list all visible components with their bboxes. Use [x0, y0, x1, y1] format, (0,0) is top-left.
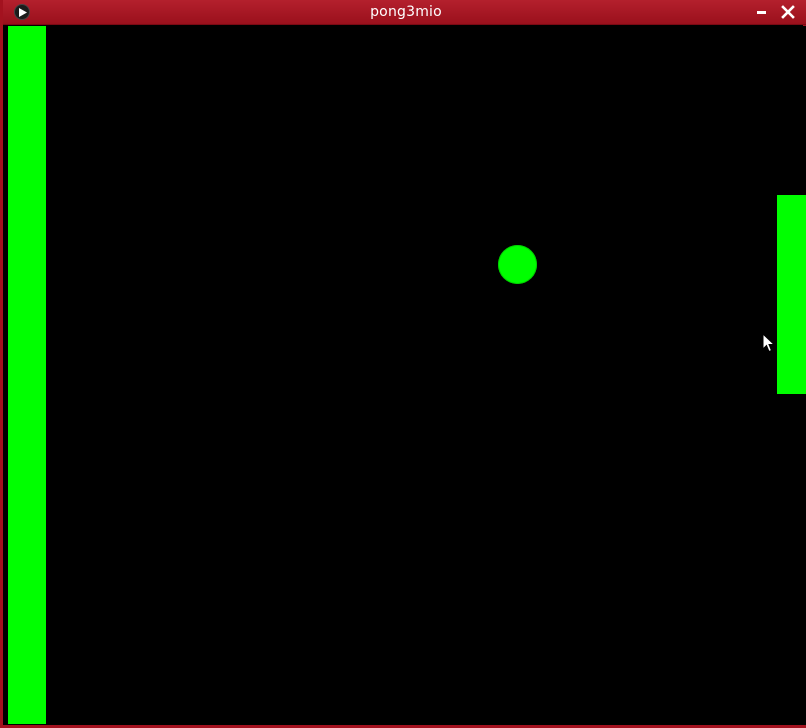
game-canvas[interactable] — [6, 26, 806, 725]
minimize-button[interactable] — [754, 4, 770, 20]
window-title: pong3mio — [370, 4, 442, 20]
title-bar[interactable]: pong3mio — [3, 0, 806, 25]
mouse-pointer-icon — [762, 332, 776, 357]
close-icon — [781, 5, 795, 19]
left-paddle — [8, 26, 46, 724]
close-button[interactable] — [780, 4, 796, 20]
ball — [498, 245, 537, 284]
minimize-icon — [757, 11, 766, 14]
app-window: pong3mio — [0, 0, 806, 728]
right-paddle — [777, 195, 806, 394]
